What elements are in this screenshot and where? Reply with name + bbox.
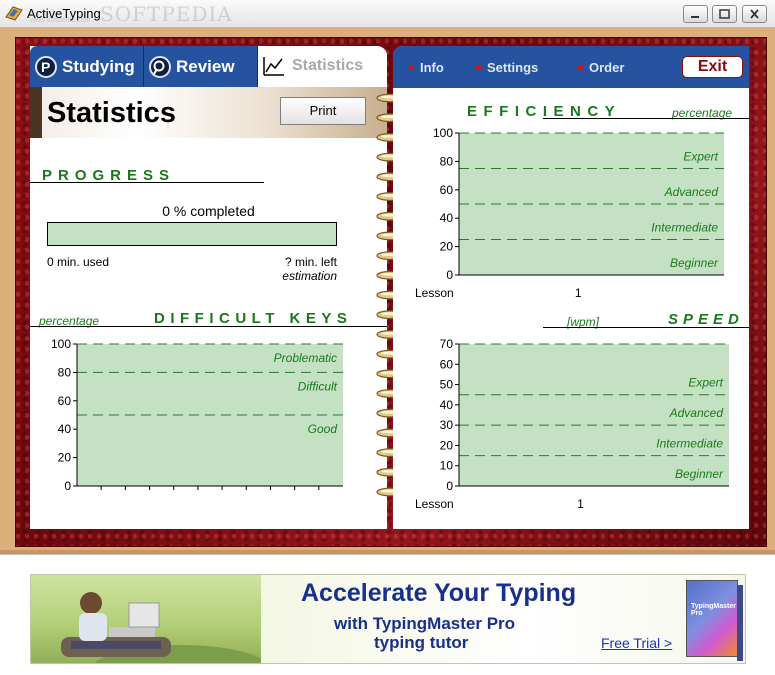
maximize-icon xyxy=(719,9,730,19)
banner-subtitle: with TypingMaster Pro xyxy=(334,614,516,633)
watermark-url: www.softpedia.com xyxy=(30,17,91,24)
efficiency-band-label: Beginner xyxy=(670,256,719,270)
efficiency-band-label: Intermediate xyxy=(651,221,718,235)
right-page: Info Settings Order Exit EFFICIENCY perc… xyxy=(393,46,749,529)
speed-band-label: Advanced xyxy=(669,406,724,420)
banner-photo xyxy=(31,575,268,663)
difficult-keys-y-tick-label: 20 xyxy=(58,451,72,465)
efficiency-x-tick-label: 1 xyxy=(575,286,582,300)
title-bar: ActiveTyping SOFTPEDIA www.softpedia.com xyxy=(0,0,775,28)
speed-y-tick-label: 50 xyxy=(440,378,454,392)
person-with-laptop-image xyxy=(61,592,268,663)
close-icon xyxy=(750,9,759,19)
difficult-keys-band-label: Problematic xyxy=(274,351,337,365)
banner-subtitle-2: typing tutor xyxy=(374,633,469,652)
efficiency-y-tick-label: 0 xyxy=(446,268,453,282)
efficiency-y-tick-label: 100 xyxy=(433,126,453,140)
speed-y-tick-label: 30 xyxy=(440,418,454,432)
speed-band-label: Beginner xyxy=(675,467,724,481)
efficiency-y-tick-label: 40 xyxy=(440,211,454,225)
banner-title: Accelerate Your Typing xyxy=(301,579,577,607)
ad-area: Accelerate Your Typing with TypingMaster… xyxy=(0,554,775,675)
minimize-button[interactable] xyxy=(683,5,708,23)
difficult-keys-chart: Good Difficult Problematic 0 20 40 60 80 100 xyxy=(51,337,343,493)
product-box-image: TypingMaster Pro xyxy=(686,580,743,661)
difficult-keys-y-tick-label: 0 xyxy=(64,479,71,493)
efficiency-band-label: Advanced xyxy=(664,185,719,199)
speed-y-tick-label: 70 xyxy=(440,337,454,351)
speed-y-tick-label: 10 xyxy=(440,459,454,473)
difficult-keys-y-tick-label: 100 xyxy=(51,337,71,351)
speed-y-tick-label: 20 xyxy=(440,438,454,452)
efficiency-band-label: Expert xyxy=(683,150,718,164)
free-trial-link[interactable]: Free Trial > xyxy=(601,635,672,651)
difficult-keys-band-label: Difficult xyxy=(298,379,338,393)
left-page: P Studying Review Statistics Statistics … xyxy=(30,46,387,529)
speed-y-tick-label: 40 xyxy=(440,398,454,412)
right-charts: Beginner Intermediate Advanced Expert 0 20 40 6… xyxy=(415,126,729,511)
difficult-keys-y-tick-label: 40 xyxy=(58,422,72,436)
maximize-button[interactable] xyxy=(712,5,737,23)
difficult-keys-y-tick-label: 60 xyxy=(58,394,72,408)
efficiency-y-tick-label: 20 xyxy=(440,240,454,254)
speed-x-axis-label: Lesson xyxy=(415,497,454,511)
close-button[interactable] xyxy=(742,5,767,23)
minimize-icon xyxy=(691,16,699,18)
ad-banner[interactable]: Accelerate Your Typing with TypingMaster… xyxy=(30,574,746,664)
efficiency-x-axis-label: Lesson xyxy=(415,286,454,300)
speed-band-label: Intermediate xyxy=(656,437,723,451)
speed-x-tick-label: 1 xyxy=(577,497,584,511)
difficult-keys-y-tick-label: 80 xyxy=(58,365,72,379)
product-box-label: TypingMaster Pro xyxy=(691,603,736,617)
speed-band-label: Expert xyxy=(688,376,723,390)
efficiency-y-tick-label: 60 xyxy=(440,183,454,197)
watermark: SOFTPEDIA xyxy=(100,2,233,26)
speed-y-tick-label: 60 xyxy=(440,357,454,371)
difficult-keys-band-label: Good xyxy=(308,422,338,436)
speed-y-tick-label: 0 xyxy=(446,479,453,493)
efficiency-y-tick-label: 80 xyxy=(440,154,454,168)
app-icon xyxy=(5,6,23,21)
